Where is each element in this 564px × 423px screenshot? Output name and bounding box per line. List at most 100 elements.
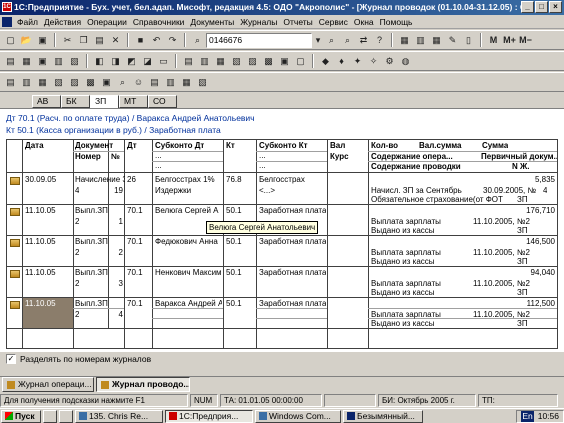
row4-sum[interactable]: 94,040 xyxy=(487,268,555,277)
stop-icon[interactable]: ■ xyxy=(133,33,148,48)
menu-references[interactable]: Справочники xyxy=(130,17,188,27)
maximize-button[interactable]: □ xyxy=(535,1,548,13)
waybill-icon[interactable]: ▥ xyxy=(197,54,212,69)
row3-op[interactable]: Выплата зарплаты xyxy=(371,248,471,257)
menu-actions[interactable]: Действия xyxy=(41,17,84,27)
inventory-icon[interactable]: ▣ xyxy=(277,54,292,69)
start-button[interactable]: Пуск xyxy=(1,409,41,423)
row1-entry-j[interactable]: ЗП xyxy=(517,195,528,204)
row4-op[interactable]: Выплата зарплаты xyxy=(371,279,471,288)
row3-sub-dt[interactable]: Федюкович Анна xyxy=(155,237,222,246)
ref-banks-icon[interactable]: ▧ xyxy=(51,75,66,90)
row4-entry[interactable]: Выдано из кассы xyxy=(371,288,511,297)
col-subkonto-dt[interactable]: Субконто Дт xyxy=(155,141,204,150)
find-icon[interactable]: ⌕ xyxy=(190,33,205,48)
tab-zp[interactable]: ЗП xyxy=(90,95,119,109)
menu-journals[interactable]: Журналы xyxy=(237,17,280,27)
row1-line[interactable]: 19 xyxy=(111,186,123,195)
ref-contractors-icon[interactable]: ▥ xyxy=(19,75,34,90)
plat-icon[interactable]: ◧ xyxy=(92,54,107,69)
pko-icon[interactable]: ◩ xyxy=(124,54,139,69)
row3-kt[interactable]: 50.1 xyxy=(226,237,242,246)
row4-entry-j[interactable]: ЗП xyxy=(517,288,528,297)
col-val-sum[interactable]: Вал.сумма xyxy=(419,141,462,150)
menu-documents[interactable]: Документы xyxy=(187,17,237,27)
tab-bk[interactable]: БК xyxy=(61,95,90,108)
menu-file[interactable]: Файл xyxy=(14,17,41,27)
row1-pdoc[interactable]: 30.09.2005, № xyxy=(483,186,541,195)
row4-pdoc[interactable]: 11.10.2005, №2 xyxy=(473,279,553,288)
calendar-icon[interactable]: ▥ xyxy=(413,33,428,48)
document-icon[interactable] xyxy=(2,17,12,27)
paste-icon[interactable]: ▤ xyxy=(92,33,107,48)
tab-mt[interactable]: МТ xyxy=(119,95,148,108)
col-document[interactable]: Документ xyxy=(75,141,113,150)
row1-sub-kt2[interactable]: <...> xyxy=(259,186,326,195)
row1-op[interactable]: Начисл. ЗП за Сентябрь xyxy=(371,186,481,195)
calc-icon[interactable]: ▦ xyxy=(397,33,412,48)
ref-staff-icon[interactable]: ☺ xyxy=(131,75,146,90)
row5-sub-dt[interactable]: Варакса Андрей А xyxy=(155,299,222,308)
find-prev-icon[interactable]: ⌕ xyxy=(340,33,355,48)
report-icon[interactable]: ▧ xyxy=(67,54,82,69)
row2-date[interactable]: 11.10.05 xyxy=(25,206,56,215)
memory-m-button[interactable]: M xyxy=(486,33,501,48)
row3-pdoc[interactable]: 11.10.2005, №2 xyxy=(473,248,553,257)
row2-sub-kt[interactable]: Заработная плата xyxy=(259,206,326,215)
ref-warehouse-icon[interactable]: ▦ xyxy=(179,75,194,90)
entries-table[interactable]: Дата Документ Номер № Дт Субконто Дт ...… xyxy=(6,139,558,349)
row4-line[interactable]: 3 xyxy=(111,279,123,288)
row4-sub-dt[interactable]: Ненкович Максим xyxy=(155,268,222,277)
search-input[interactable]: 0146676 xyxy=(206,32,312,48)
row4-kt[interactable]: 50.1 xyxy=(226,268,242,277)
plat-treb-icon[interactable]: ◨ xyxy=(108,54,123,69)
close-month-icon[interactable]: ✦ xyxy=(350,54,365,69)
edit-icon[interactable]: ✎ xyxy=(445,33,460,48)
row3-dt[interactable]: 70.1 xyxy=(127,237,143,246)
menu-service[interactable]: Сервис xyxy=(316,17,351,27)
menu-operations[interactable]: Операции xyxy=(84,17,130,27)
col-number[interactable]: Номер xyxy=(75,152,101,161)
entries-icon[interactable]: ▥ xyxy=(51,54,66,69)
undo-icon[interactable]: ↶ xyxy=(149,33,164,48)
row4-date[interactable]: 11.10.05 xyxy=(25,268,56,277)
row5-sub-kt[interactable]: Заработная плата xyxy=(259,299,326,308)
ref-property-icon[interactable]: ▧ xyxy=(195,75,210,90)
dropdown-arrow-icon[interactable]: ▾ xyxy=(313,33,323,48)
clock[interactable]: 10:56 xyxy=(538,411,559,422)
row3-doc-num[interactable]: 2 xyxy=(75,248,79,257)
row1-sub-dt2[interactable]: Издержки xyxy=(155,186,222,195)
act-icon[interactable]: ▦ xyxy=(213,54,228,69)
row3-line[interactable]: 2 xyxy=(111,248,123,257)
col-kt[interactable]: Кт xyxy=(226,141,235,150)
row2-op[interactable]: Выплата зарплаты xyxy=(371,217,471,226)
row3-entry[interactable]: Выдано из кассы xyxy=(371,257,511,266)
row1-sub-kt[interactable]: Белгосстрах xyxy=(259,175,326,184)
close-button[interactable]: × xyxy=(549,1,562,13)
row4-doc-num[interactable]: 2 xyxy=(75,279,79,288)
row5-kt[interactable]: 50.1 xyxy=(226,299,242,308)
col-entry-content[interactable]: Содержание проводки xyxy=(371,162,461,171)
ref-goods-icon[interactable]: ▦ xyxy=(35,75,50,90)
tab-av[interactable]: АВ xyxy=(32,95,61,108)
row1-sum[interactable]: 5,835 xyxy=(487,175,555,184)
window-tab-entries[interactable]: Журнал проводо... xyxy=(96,377,190,392)
help-icon[interactable]: ? xyxy=(372,33,387,48)
row1-sub-dt[interactable]: Белгосстрах 1% xyxy=(155,175,222,184)
row5-entry-j[interactable]: ЗП xyxy=(517,319,528,328)
col-journal-no[interactable]: N Ж. xyxy=(512,162,529,171)
row3-sum[interactable]: 146,500 xyxy=(487,237,555,246)
row2-line[interactable]: 1 xyxy=(111,217,123,226)
transfer-icon[interactable]: ▨ xyxy=(245,54,260,69)
memory-plus-button[interactable]: M+ xyxy=(502,33,517,48)
row2-sub-dt[interactable]: Велюга Сергей А xyxy=(155,206,222,215)
row2-sum[interactable]: 176,710 xyxy=(487,206,555,215)
row5-pdoc[interactable]: 11.10.2005, №2 xyxy=(473,310,553,319)
row5-date[interactable]: 11.10.05 xyxy=(25,299,56,308)
row5-op[interactable]: Выплата зарплаты xyxy=(371,310,471,319)
delete-icon[interactable]: ✕ xyxy=(108,33,123,48)
row1-dt[interactable]: 26 xyxy=(127,175,136,184)
row2-entry-j[interactable]: ЗП xyxy=(517,226,528,235)
writeoff-icon[interactable]: ▩ xyxy=(261,54,276,69)
new-icon[interactable]: ▢ xyxy=(3,33,18,48)
